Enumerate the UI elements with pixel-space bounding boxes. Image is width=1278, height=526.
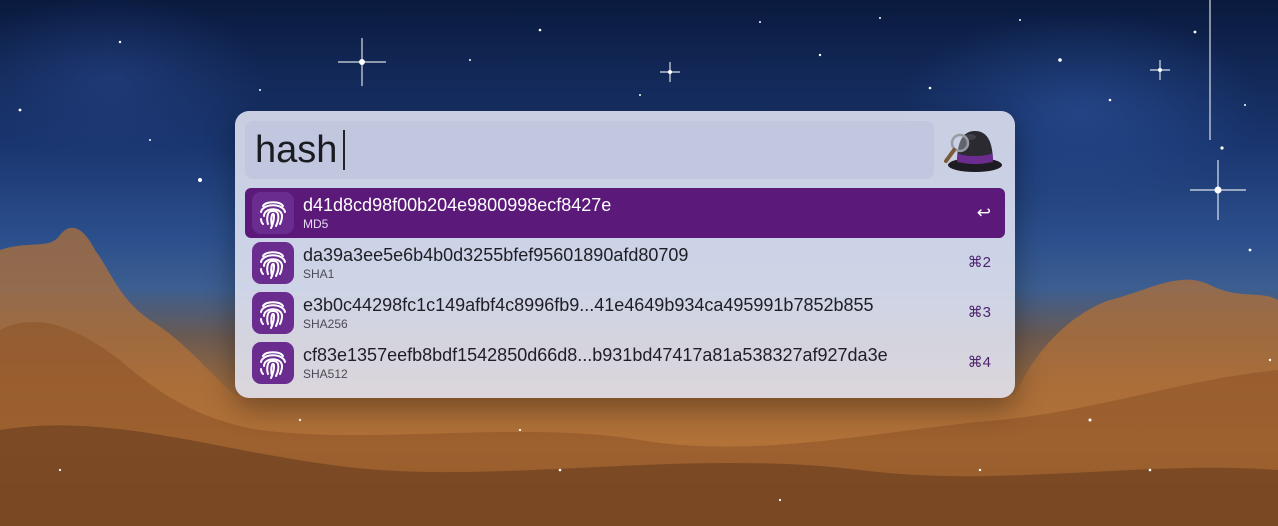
result-subtitle: SHA512 <box>303 367 348 381</box>
result-subtitle: MD5 <box>303 217 329 231</box>
fingerprint-icon <box>252 192 294 234</box>
result-row-sha1[interactable]: da39a3ee5e6b4b0d3255bfef95601890afd80709… <box>245 238 1005 288</box>
cmd-2-shortcut: ⌘2 <box>967 254 991 271</box>
search-query[interactable]: hash <box>255 129 346 171</box>
result-subtitle: SHA256 <box>303 317 348 331</box>
result-row-md5[interactable]: d41d8cd98f00b204e9800998ecf8427e MD5 ↩ <box>245 188 1005 238</box>
result-row-sha512[interactable]: cf83e1357eefb8bdf1542850d66d8...b931bd47… <box>245 338 1005 388</box>
result-title: cf83e1357eefb8bdf1542850d66d8...b931bd47… <box>303 345 888 365</box>
text-caret <box>343 130 346 170</box>
alfred-hat-icon-graphic <box>944 131 1002 172</box>
result-title: e3b0c44298fc1c149afbf4c8996fb9...41e4649… <box>303 295 874 315</box>
result-title: d41d8cd98f00b204e9800998ecf8427e <box>303 195 612 215</box>
result-title: da39a3ee5e6b4b0d3255bfef95601890afd80709 <box>303 245 689 265</box>
cmd-4-shortcut: ⌘4 <box>967 354 991 371</box>
alfred-window: hash d41d8cd98f00b204e9800998ecf8427e MD… <box>235 111 1015 398</box>
search-field[interactable]: hash <box>245 121 934 179</box>
cmd-3-shortcut: ⌘3 <box>967 304 991 321</box>
fingerprint-icon <box>252 242 294 284</box>
result-subtitle: SHA1 <box>303 267 335 281</box>
alfred-hat-icon[interactable] <box>942 121 1004 179</box>
fingerprint-icon <box>252 292 294 334</box>
search-query-text: hash <box>255 129 338 171</box>
return-key-shortcut: ↩ <box>976 203 991 222</box>
results-list: d41d8cd98f00b204e9800998ecf8427e MD5 ↩ d… <box>245 188 1005 388</box>
fingerprint-icon <box>252 342 294 384</box>
result-row-sha256[interactable]: e3b0c44298fc1c149afbf4c8996fb9...41e4649… <box>245 288 1005 338</box>
